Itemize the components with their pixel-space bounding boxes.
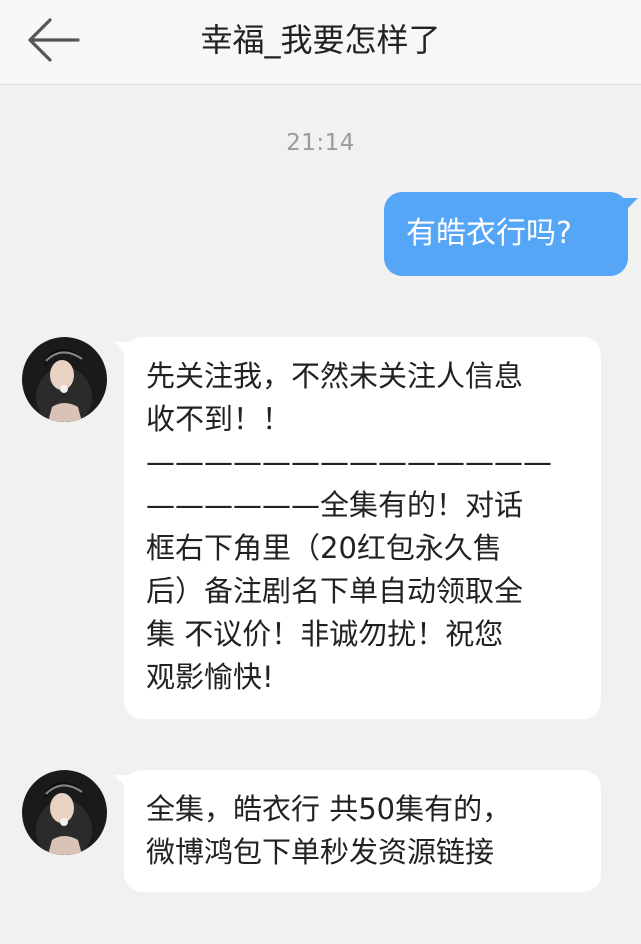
message-text: 全集，皓衣行 共50集有的， xyxy=(146,792,512,826)
message-text: 观影愉快! xyxy=(146,660,274,694)
outgoing-message-bubble[interactable]: 有皓衣行吗? xyxy=(384,192,628,276)
message-text: 集 不议价！非诚勿扰！祝您 xyxy=(146,617,504,651)
chat-title: 幸福_我要怎样了 xyxy=(200,21,441,59)
message-text: 收不到！！ xyxy=(146,402,292,436)
contact-avatar[interactable] xyxy=(22,337,107,422)
message-text: 微博鸿包下单秒发资源链接 xyxy=(146,835,495,869)
contact-avatar[interactable] xyxy=(22,770,107,855)
message-text: 先关注我，不然未关注人信息 xyxy=(146,359,524,393)
incoming-message-bubble[interactable]: 全集，皓衣行 共50集有的， 微博鸿包下单秒发资源链接 xyxy=(124,770,601,892)
top-navigation-bar: 幸福_我要怎样了 xyxy=(0,0,641,85)
outgoing-bubble-tail xyxy=(620,198,638,216)
message-timestamp: 21:14 xyxy=(286,130,355,156)
message-text: 有皓衣行吗? xyxy=(406,216,572,251)
message-text: —————————————— xyxy=(146,445,552,479)
message-text: 后）备注剧名下单自动领取全 xyxy=(146,574,524,608)
incoming-message-bubble[interactable]: 先关注我，不然未关注人信息 收不到！！ —————————————— —————… xyxy=(124,337,601,719)
message-text: ——————全集有的！对话 xyxy=(146,488,524,522)
message-text: 框右下角里（20红包永久售 xyxy=(146,531,502,565)
avatar-image xyxy=(22,337,107,422)
avatar-image xyxy=(22,770,107,855)
